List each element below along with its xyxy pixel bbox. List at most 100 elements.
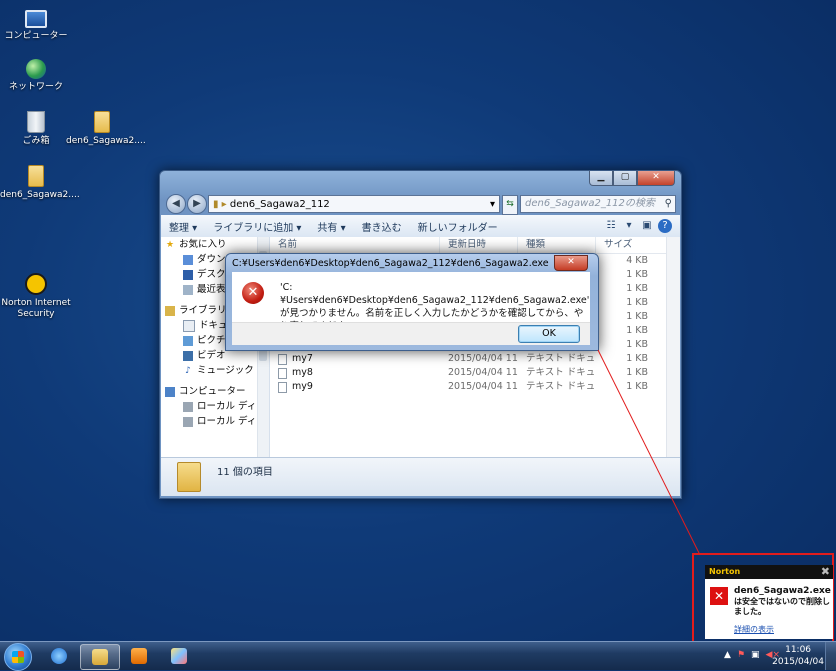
desktop-icon-computer[interactable]: コンピューター	[0, 6, 72, 42]
chevron-down-icon[interactable]: ▾	[622, 219, 636, 233]
file-size-cell: 1 KB	[626, 283, 648, 294]
desktop-icon-file[interactable]: den6_Sagawa2....	[66, 111, 146, 147]
search-input[interactable]: den6_Sagawa2_112の検索 ⚲	[520, 195, 676, 213]
address-bar[interactable]: ▮ ▸ den6_Sagawa2_112 ▾	[208, 195, 500, 213]
pictures-icon	[183, 335, 193, 346]
library-icon	[165, 305, 175, 316]
nav-local-disk-2[interactable]: ローカル ディス	[161, 414, 269, 429]
desktop-icon-label: ネットワーク	[8, 82, 63, 92]
file-size-cell: 1 KB	[626, 269, 648, 280]
norton-icon	[25, 273, 47, 295]
show-hidden-icons-icon[interactable]: ▲	[724, 650, 731, 660]
nav-computer[interactable]: コンピューター	[161, 384, 269, 399]
music-icon: ♪	[185, 365, 191, 376]
table-row[interactable]: my9 2015/04/04 11:02 テキスト ドキュ... 1 KB	[270, 380, 680, 394]
show-desktop-button[interactable]	[825, 642, 836, 670]
internet-explorer-icon	[51, 648, 67, 664]
windows-logo-icon	[12, 651, 24, 663]
desktop-icon-norton[interactable]: Norton Internet Security	[0, 273, 72, 320]
norton-logo: Norton	[709, 567, 741, 576]
close-button[interactable]: ✕	[637, 171, 675, 186]
details-link[interactable]: 詳細の表示	[734, 624, 774, 635]
file-name-cell: my7	[292, 353, 313, 364]
share-button[interactable]: 共有 ▾	[309, 219, 353, 234]
action-center-icon[interactable]: ⚑	[737, 650, 745, 660]
help-icon[interactable]: ?	[658, 219, 672, 233]
column-modified[interactable]: 更新日時	[440, 237, 518, 253]
desktop-icon-recycle-bin[interactable]: ごみ箱	[0, 111, 72, 147]
view-controls: ☷ ▾ ▣ ?	[604, 219, 680, 233]
file-modified-cell: 2015/04/04 11:02	[448, 367, 518, 378]
address-text: den6_Sagawa2_112	[229, 199, 330, 210]
forward-arrow-icon[interactable]: ▶	[187, 194, 207, 214]
text-file-icon	[278, 381, 287, 393]
file-size-cell: 4 KB	[626, 255, 648, 266]
search-placeholder: den6_Sagawa2_112の検索	[525, 198, 655, 209]
file-type-cell: テキスト ドキュ...	[526, 367, 596, 378]
disk-icon	[183, 401, 193, 412]
nav-favorites[interactable]: ★ お気に入り	[161, 237, 269, 252]
close-icon[interactable]: ✖	[821, 565, 830, 579]
disk-icon	[183, 416, 193, 427]
back-arrow-icon[interactable]: ◀	[166, 194, 186, 214]
computer-icon	[25, 10, 47, 28]
column-type[interactable]: 種類	[518, 237, 596, 253]
column-name[interactable]: 名前	[270, 237, 440, 253]
taskbar-paint[interactable]	[160, 644, 198, 668]
preview-pane-icon[interactable]: ▣	[640, 219, 654, 233]
dialog-footer: OK	[232, 322, 590, 345]
star-icon: ★	[165, 239, 175, 250]
norton-header: Norton ✖	[705, 565, 833, 579]
desktop-icon-label: den6_Sagawa2....	[0, 190, 80, 200]
nav-local-disk-1[interactable]: ローカル ディス	[161, 399, 269, 414]
taskbar-media-player[interactable]	[120, 644, 158, 668]
burn-button[interactable]: 書き込む	[354, 219, 410, 234]
videos-icon	[183, 350, 193, 361]
minimize-button[interactable]: ▁	[589, 171, 613, 186]
column-size[interactable]: サイズ	[596, 237, 656, 253]
media-player-icon	[131, 648, 147, 664]
table-row[interactable]: my7 2015/04/04 11:02 テキスト ドキュ... 1 KB	[270, 352, 680, 366]
desktop-icon-folder[interactable]: den6_Sagawa2....	[0, 165, 80, 201]
clock-date: 2015/04/04	[772, 657, 824, 667]
start-button[interactable]	[4, 643, 32, 671]
refresh-icon[interactable]: ⇆	[502, 195, 518, 215]
norton-message: は安全ではないので削除しました。	[734, 597, 830, 616]
file-list-scrollbar[interactable]	[666, 237, 680, 457]
item-count: 11 個の項目	[217, 467, 273, 478]
new-folder-button[interactable]: 新しいフォルダー	[410, 219, 506, 234]
documents-icon	[183, 319, 195, 332]
organize-button[interactable]: 整理 ▾	[161, 219, 205, 234]
dialog-close-button[interactable]: ✕	[554, 255, 588, 271]
file-size-cell: 1 KB	[626, 297, 648, 308]
table-row[interactable]: my8 2015/04/04 11:02 テキスト ドキュ... 1 KB	[270, 366, 680, 380]
desktop-icon-network[interactable]: ネットワーク	[0, 59, 72, 93]
clock[interactable]: 11:06 2015/04/04	[772, 644, 824, 668]
taskbar-explorer[interactable]	[80, 644, 120, 670]
error-icon: ✕	[242, 282, 264, 304]
chevron-down-icon[interactable]: ▾	[490, 196, 495, 214]
desktop-icon	[183, 269, 193, 280]
computer-icon	[165, 386, 175, 397]
paint-icon	[171, 648, 187, 664]
file-type-cell: テキスト ドキュ...	[526, 381, 596, 392]
desktop-icon-label: ごみ箱	[22, 136, 50, 146]
taskbar-ie[interactable]	[40, 644, 78, 668]
desktop-icon-label: コンピューター	[4, 31, 68, 41]
include-library-button[interactable]: ライブラリに追加 ▾	[205, 219, 309, 234]
folder-small-icon: ▮ ▸	[213, 199, 230, 210]
file-size-cell: 1 KB	[626, 325, 648, 336]
status-bar: 11 個の項目	[161, 457, 680, 496]
file-name-cell: my9	[292, 381, 313, 392]
file-type-cell: テキスト ドキュ...	[526, 353, 596, 364]
maximize-button[interactable]: ▢	[613, 171, 637, 186]
view-icon[interactable]: ☷	[604, 219, 618, 233]
network-icon[interactable]: ▣	[751, 650, 760, 660]
column-headers: 名前 更新日時 種類 サイズ	[270, 237, 680, 254]
folder-icon	[92, 649, 108, 665]
network-icon	[26, 59, 46, 79]
norton-filename: den6_Sagawa2.exe	[734, 586, 831, 596]
ok-button[interactable]: OK	[518, 325, 580, 343]
window-controls: ▁ ▢ ✕	[589, 171, 675, 186]
nav-music[interactable]: ♪ ミュージック	[161, 363, 269, 378]
